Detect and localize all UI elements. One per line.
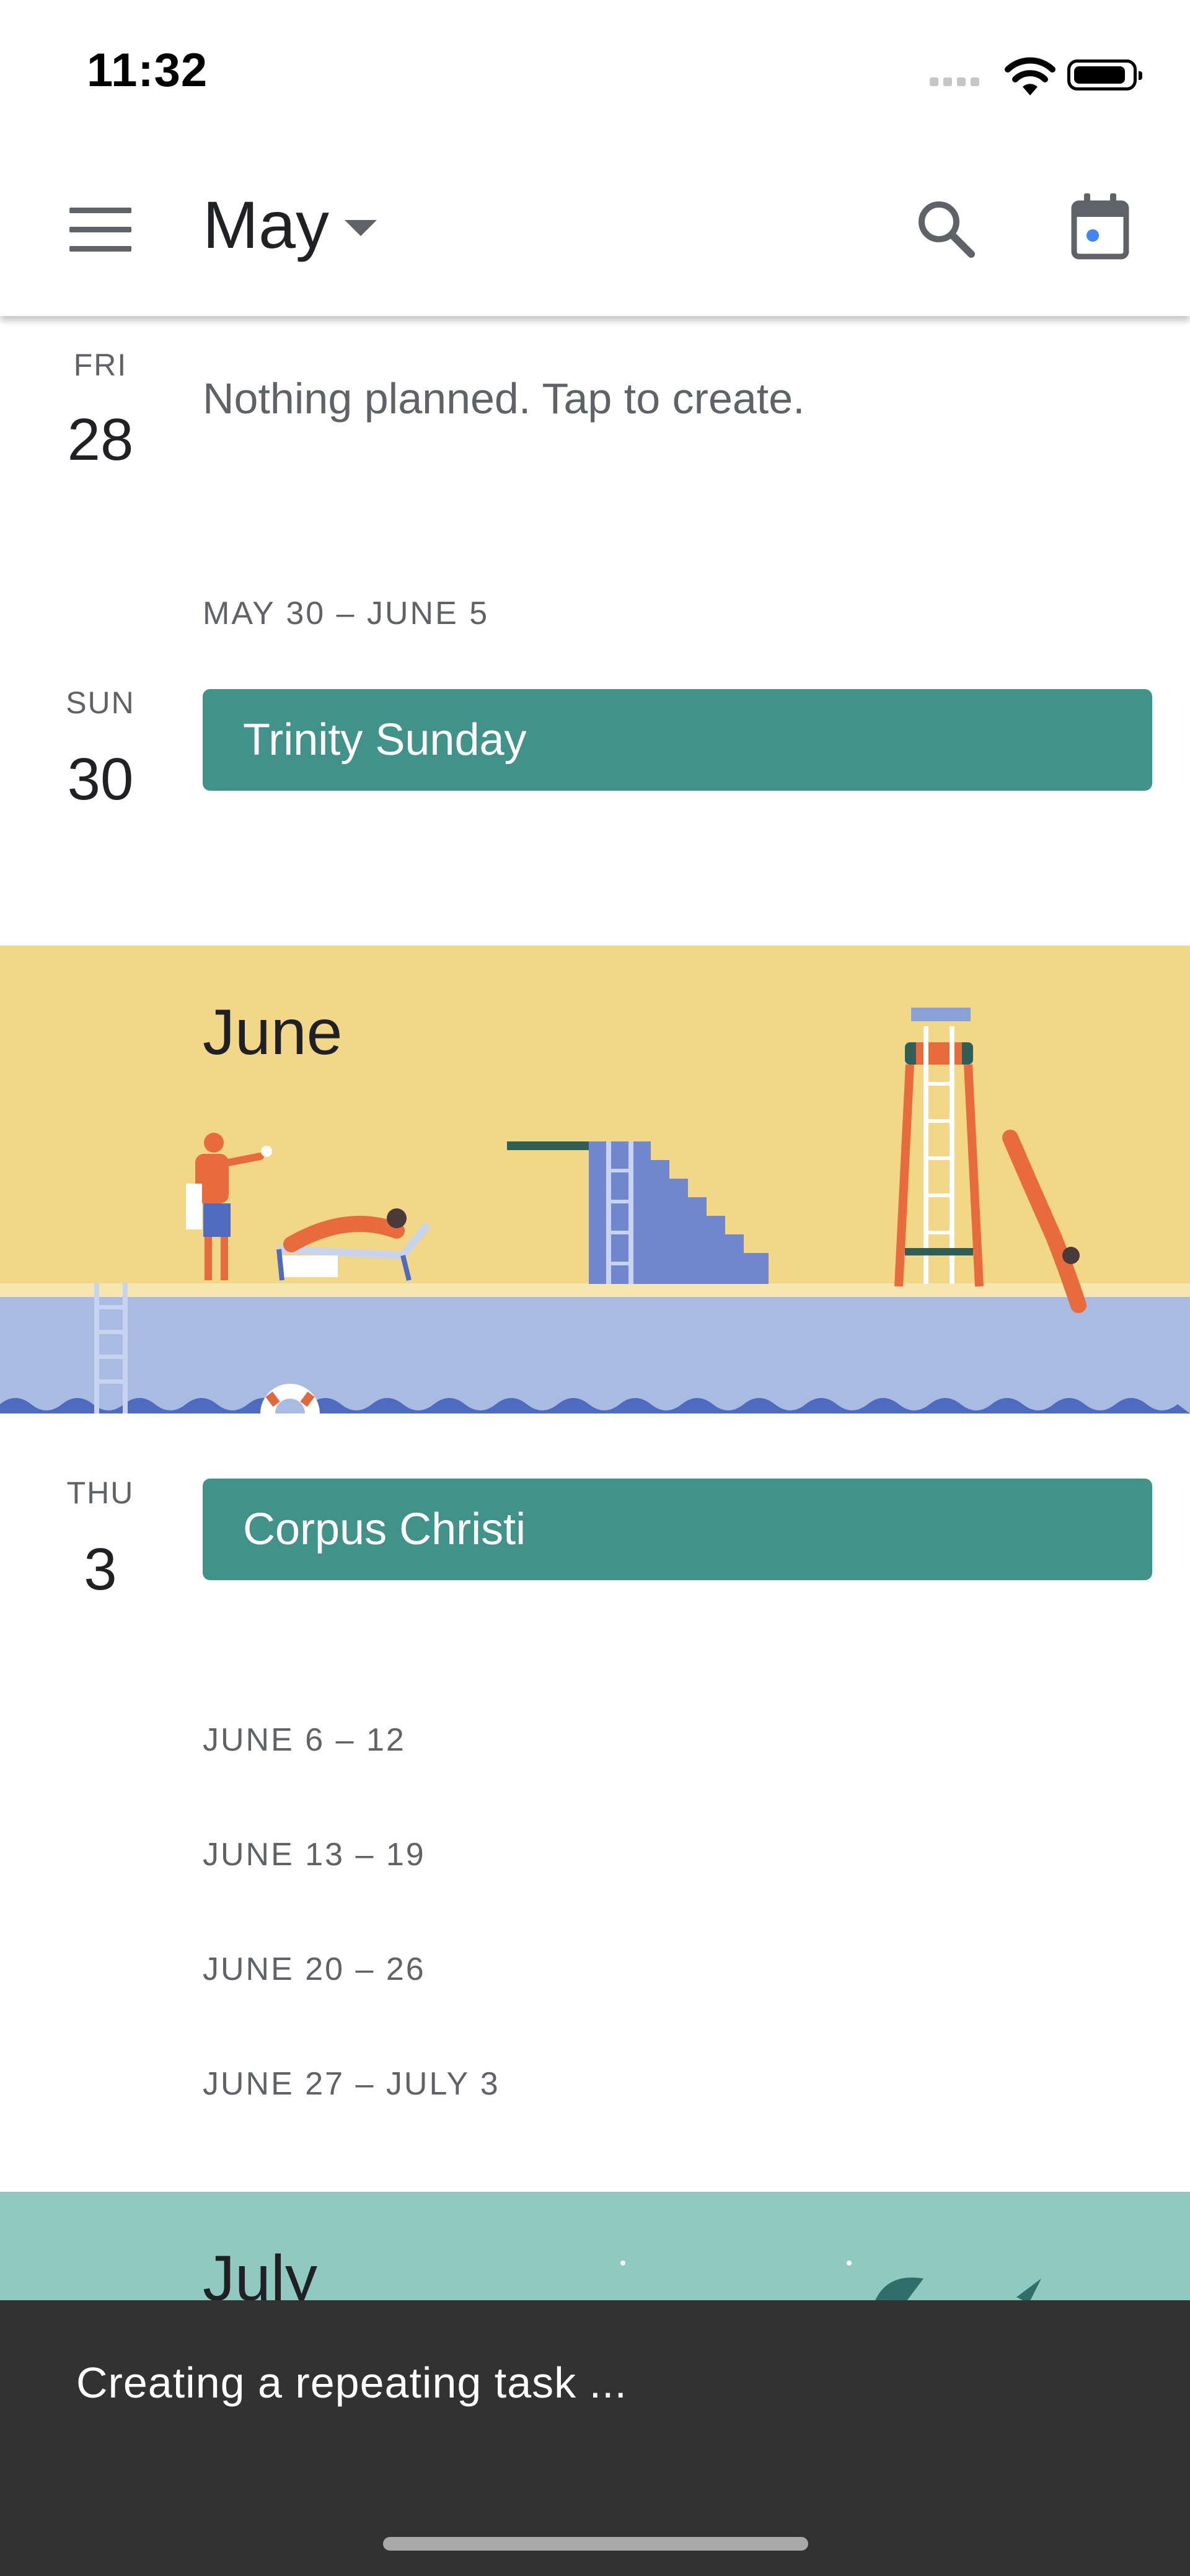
day-number: 28 <box>67 407 134 473</box>
week-range-label: JUNE 6 – 12 <box>203 1722 406 1758</box>
day-weekday: SUN <box>66 685 135 720</box>
day-number: 30 <box>67 746 134 812</box>
nothing-planned-text[interactable]: Nothing planned. Tap to create. <box>203 374 805 423</box>
app-bar <box>0 155 1190 316</box>
day-weekday: FRI <box>73 348 128 382</box>
battery-icon <box>1067 59 1142 90</box>
week-range-label: JUNE 20 – 26 <box>203 1951 426 1987</box>
event-chip[interactable]: Trinity Sunday <box>203 689 1152 791</box>
status-time: 11:32 <box>87 44 208 97</box>
home-indicator[interactable] <box>383 2537 808 2551</box>
week-range-label: JUNE 13 – 19 <box>203 1837 426 1873</box>
search-icon[interactable] <box>914 197 976 259</box>
month-title[interactable]: May <box>203 186 329 263</box>
june-banner-illustration <box>0 946 1190 1413</box>
june-banner-title: June <box>203 996 343 1068</box>
week-range-label: JUNE 27 – JULY 3 <box>203 2066 500 2102</box>
calendar-today-icon[interactable] <box>1069 192 1131 260</box>
menu-icon[interactable] <box>69 208 131 252</box>
snackbar <box>0 2300 1190 2576</box>
day-number: 3 <box>84 1536 117 1602</box>
july-banner-illustration <box>0 2192 1190 2303</box>
day-weekday: THU <box>66 1475 134 1510</box>
event-chip[interactable]: Corpus Christi <box>203 1479 1152 1580</box>
wifi-icon <box>1005 57 1056 95</box>
july-illustration <box>0 2192 1190 2303</box>
pool-illustration <box>0 946 1190 1413</box>
week-range-label: MAY 30 – JUNE 5 <box>203 596 490 631</box>
snackbar-message: Creating a repeating task ... <box>76 2358 627 2407</box>
chevron-down-icon[interactable] <box>345 220 377 236</box>
signal-icon <box>930 77 984 89</box>
